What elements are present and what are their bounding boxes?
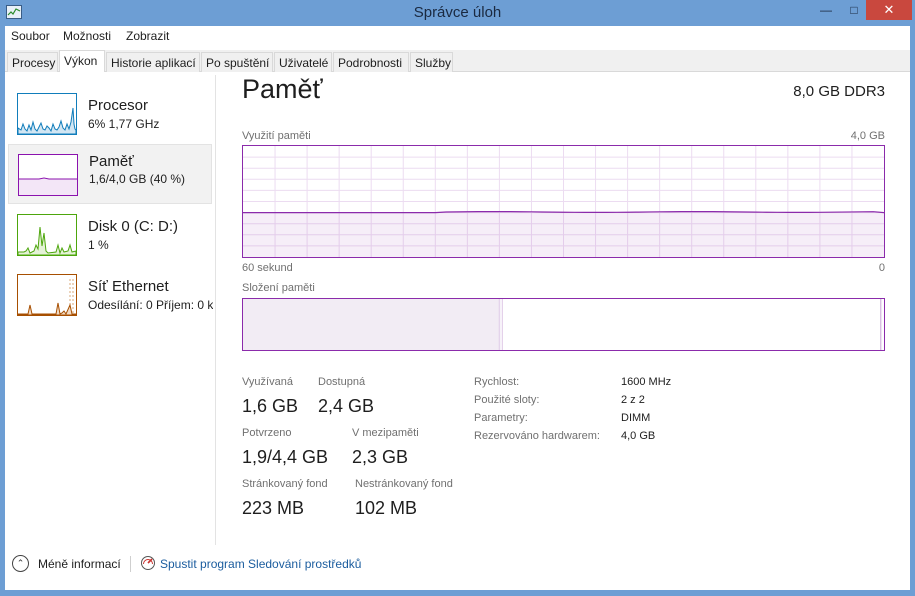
detail-reserved-key: Rezervováno hardwarem: (474, 430, 600, 442)
detail-slots-value: 2 z 2 (621, 394, 645, 406)
performance-panel: Procesor 6% 1,77 GHz Paměť 1,6/4,0 GB (4… (5, 72, 910, 545)
chevron-up-icon[interactable]: ⌃ (12, 555, 29, 572)
stat-nonpaged-label: Nestránkovaný fond (355, 478, 453, 490)
composition-label: Složení paměti (242, 282, 315, 294)
sidebar-item-disk[interactable]: Disk 0 (C: D:) 1 % (8, 214, 212, 274)
memory-thumbnail-graph (18, 154, 78, 196)
sidebar-item-memory[interactable]: Paměť 1,6/4,0 GB (40 %) (8, 144, 212, 204)
sidebar-network-sub: Odesílání: 0 Příjem: 0 kb (88, 298, 213, 312)
stat-committed-label: Potvrzeno (242, 427, 292, 439)
usage-area (243, 211, 884, 257)
stat-committed-value: 1,9/4,4 GB (242, 447, 329, 467)
fewer-details-link[interactable]: Méně informací (38, 557, 121, 571)
tab-users[interactable]: Uživatelé (274, 52, 332, 72)
stat-cached-value: 2,3 GB (352, 447, 409, 467)
stat-in-use-value: 1,6 GB (242, 396, 299, 416)
tab-bar: Procesy Výkon Historie aplikací Po spušt… (5, 50, 910, 73)
composition-in-use-segment (243, 299, 500, 350)
sidebar-memory-sub: 1,6/4,0 GB (40 %) (89, 172, 186, 186)
memory-usage-chart (243, 146, 884, 257)
sidebar-memory-name: Paměť (89, 153, 134, 170)
memory-composition-bar (242, 298, 885, 351)
footer: ⌃ Méně informací Spustit program Sledová… (5, 545, 910, 590)
menu-bar: Soubor Možnosti Zobrazit (5, 26, 910, 46)
detail-speed-value: 1600 MHz (621, 376, 672, 388)
memory-composition-chart (243, 299, 882, 350)
sidebar-network-name: Síť Ethernet (88, 278, 169, 295)
title-bar[interactable]: Správce úloh — □ ✕ (0, 0, 915, 26)
stat-paged-value: 223 MB (242, 498, 305, 518)
sidebar-disk-sub: 1 % (88, 238, 109, 252)
stat-nonpaged-value: 102 MB (355, 498, 418, 518)
sidebar-cpu-sub: 6% 1,77 GHz (88, 117, 160, 131)
graph-time-left: 60 sekund (242, 262, 293, 274)
detail-form-key: Parametry: (474, 412, 528, 424)
cpu-thumbnail-graph (17, 93, 77, 135)
tab-services[interactable]: Služby (410, 52, 453, 72)
sidebar-item-network[interactable]: Síť Ethernet Odesílání: 0 Příjem: 0 kb (8, 274, 213, 334)
open-resource-monitor-link[interactable]: Spustit program Sledování prostředků (160, 557, 361, 571)
maximize-icon: □ (850, 3, 858, 17)
tab-details[interactable]: Podrobnosti (333, 52, 409, 72)
menu-file[interactable]: Soubor (11, 29, 50, 43)
page-title: Paměť (242, 74, 323, 104)
graph-time-right: 0 (878, 262, 885, 274)
sidebar-disk-name: Disk 0 (C: D:) (88, 218, 178, 235)
minimize-icon: — (820, 3, 832, 17)
sidebar-cpu-name: Procesor (88, 97, 149, 114)
usage-graph-label: Využití paměti (242, 130, 311, 142)
network-thumbnail-graph (17, 274, 77, 316)
stat-cached-label: V mezipaměti (352, 427, 419, 439)
tab-startup[interactable]: Po spuštění (201, 52, 273, 72)
menu-options[interactable]: Možnosti (63, 29, 111, 43)
minimize-button[interactable]: — (812, 0, 840, 20)
usage-graph-max: 4,0 GB (850, 130, 885, 142)
disk-thumbnail-graph (17, 214, 77, 256)
tab-performance[interactable]: Výkon (59, 50, 105, 73)
window-title: Správce úloh (413, 4, 502, 21)
tab-app-history[interactable]: Historie aplikací (106, 52, 200, 72)
task-manager-window: Správce úloh — □ ✕ Soubor Možnosti Zobra… (0, 0, 915, 596)
panel-divider[interactable] (215, 75, 216, 545)
menu-view[interactable]: Zobrazit (126, 29, 169, 43)
maximize-button[interactable]: □ (840, 0, 868, 20)
footer-separator (130, 556, 131, 572)
client-area: Soubor Možnosti Zobrazit Procesy Výkon H… (5, 26, 910, 590)
tab-processes[interactable]: Procesy (7, 52, 58, 72)
stat-in-use-label: Využívaná (242, 376, 293, 388)
detail-speed-key: Rychlost: (474, 376, 520, 388)
close-button[interactable]: ✕ (866, 0, 912, 20)
memory-usage-graph (242, 145, 885, 258)
detail-reserved-value: 4,0 GB (621, 430, 656, 442)
memory-spec: 8,0 GB DDR3 (793, 83, 885, 100)
detail-form-value: DIMM (621, 412, 651, 424)
stat-paged-label: Stránkovaný fond (242, 478, 328, 490)
stat-available-value: 2,4 GB (318, 396, 375, 416)
detail-slots-key: Použité sloty: (474, 394, 540, 406)
composition-standby-segment (502, 299, 881, 350)
stat-available-label: Dostupná (318, 376, 366, 388)
resource-monitor-icon[interactable] (140, 555, 156, 571)
close-icon: ✕ (883, 2, 895, 17)
